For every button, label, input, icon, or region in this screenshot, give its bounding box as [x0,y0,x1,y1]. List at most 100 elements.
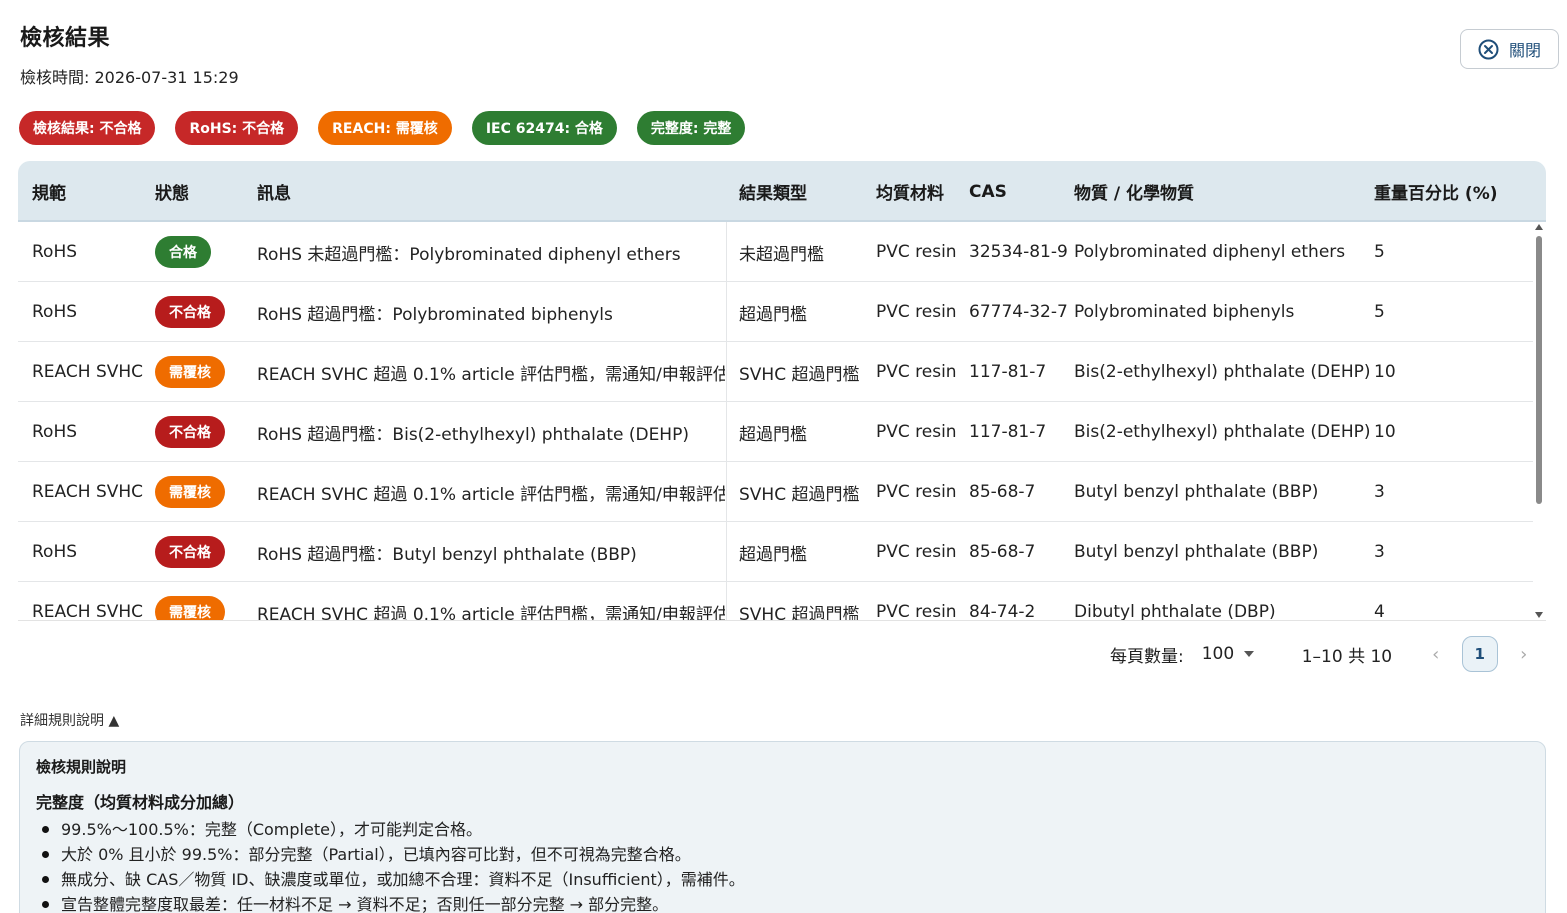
cell-message: RoHS 未超過門檻：Polybrominated diphenyl ether… [257,244,681,265]
column-header-material[interactable]: 均質材料 [876,161,944,222]
summary-chip: REACH: 需覆核 [318,111,452,145]
table-row[interactable]: RoHS 不合格 RoHS 超過門檻：Polybrominated biphenyl… [18,282,1533,342]
page-button-current[interactable]: 1 [1461,636,1498,672]
status-badge: 需覆核 [155,476,225,508]
table-scrollbar[interactable] [1533,222,1545,620]
scroll-up-arrow-icon[interactable] [1535,224,1543,230]
cell-weight-percent: 4 [1374,602,1385,621]
summary-chip: 完整度: 完整 [636,111,746,145]
close-circle-icon [1478,39,1499,60]
column-header-cas[interactable]: CAS [969,161,1007,222]
cell-result-type: 超過門檻 [739,304,807,325]
per-page-select[interactable]: 100 [1202,644,1272,664]
per-page-label: 每頁數量: [1110,646,1184,667]
cell-substance: Bis(2-ethylhexyl) phthalate (DEHP) [1074,362,1371,382]
cell-status: 不合格 [155,402,225,462]
cell-spec: RoHS [32,302,78,322]
cell-spec: RoHS [32,242,78,262]
cell-status: 合格 [155,222,211,282]
cell-result-type: 超過門檻 [739,544,807,565]
cell-spec: RoHS [32,542,78,562]
cell-material: PVC resin [876,302,957,322]
status-badge: 不合格 [155,536,225,568]
cell-result-type: SVHC 超過門檻 [739,364,860,385]
table-row[interactable]: REACH SVHC 需覆核 REACH SVHC 超過 0.1% article … [18,582,1533,621]
cell-spec: RoHS [32,422,78,442]
check-timestamp: 檢核時間: 2026-07-31 15:29 [20,68,239,87]
summary-chips: 檢核結果: 不合格 RoHS: 不合格 REACH: 需覆核 IEC 62474: 合… [19,111,746,145]
cell-substance: Polybrominated biphenyls [1074,302,1295,322]
cell-weight-percent: 3 [1374,542,1385,562]
cell-message: RoHS 超過門檻：Bis(2-ethylhexyl) phthalate (D… [257,424,689,445]
cell-substance: Butyl benzyl phthalate (BBP) [1074,542,1319,562]
page-header: 檢核結果 檢核時間: 2026-07-31 15:29 [20,20,239,88]
status-badge: 不合格 [155,296,225,328]
page-title: 檢核結果 [20,26,111,51]
table-row[interactable]: RoHS 不合格 RoHS 超過門檻：Bis(2-ethylhexyl) phtha… [18,402,1533,462]
column-divider [726,402,727,461]
table-row[interactable]: RoHS 合格 RoHS 未超過門檻：Polybrominated diphenyl… [18,222,1533,282]
column-header-result-type[interactable]: 結果類型 [739,161,807,222]
column-header-spec[interactable]: 規範 [32,161,66,222]
status-badge: 不合格 [155,416,225,448]
summary-chip: 檢核結果: 不合格 [19,111,156,145]
rules-list-item: 宣告整體完整度取最差：任一材料不足 → 資料不足；否則任一部分完整 → 部分完整… [36,892,1529,913]
cell-weight-percent: 5 [1374,302,1385,322]
cell-status: 不合格 [155,522,225,582]
cell-message: RoHS 超過門檻：Butyl benzyl phthalate (BBP) [257,544,637,565]
cell-material: PVC resin [876,242,957,262]
cell-material: PVC resin [876,422,957,442]
cell-cas: 85-68-7 [969,542,1036,562]
scroll-thumb[interactable] [1536,236,1542,504]
cell-weight-percent: 10 [1374,422,1396,442]
cell-material: PVC resin [876,482,957,502]
cell-cas: 67774-32-7 [969,302,1068,322]
cell-weight-percent: 5 [1374,242,1385,262]
rules-list-item: 無成分、缺 CAS／物質 ID、缺濃度或單位，或加總不合理：資料不足（Insuf… [36,867,1529,892]
column-header-substance[interactable]: 物質 / 化學物質 [1074,161,1194,222]
cell-material: PVC resin [876,542,957,562]
cell-status: 需覆核 [155,582,225,620]
column-header-status[interactable]: 狀態 [155,161,189,222]
pagination: 每頁數量: 100 1–10 共 10 ‹ 1 › [1110,635,1538,673]
cell-message: REACH SVHC 超過 0.1% article 評估門檻，需通知/申報評估 [257,364,725,385]
table-row[interactable]: REACH SVHC 需覆核 REACH SVHC 超過 0.1% article … [18,462,1533,522]
caret-down-icon [1244,651,1255,657]
cell-message: REACH SVHC 超過 0.1% article 評估門檻，需通知/申報評估 [257,484,725,505]
cell-result-type: 超過門檻 [739,424,807,445]
cell-material: PVC resin [876,362,957,382]
cell-status: 不合格 [155,282,225,342]
cell-cas: 85-68-7 [969,482,1036,502]
cell-result-type: SVHC 超過門檻 [739,604,860,621]
column-header-weight-percent[interactable]: 重量百分比 (%) [1374,161,1498,222]
rules-list-item: 大於 0% 且小於 99.5%：部分完整（Partial），已填內容可比對，但不… [36,842,1529,867]
status-badge: 合格 [155,236,211,268]
rules-title: 檢核規則說明 [36,758,127,776]
table-row[interactable]: RoHS 不合格 RoHS 超過門檻：Butyl benzyl phthalate … [18,522,1533,582]
table-header: 規範 狀態 訊息 結果類型 均質材料 CAS 物質 / 化學物質 重量百分比 (%) [18,161,1546,222]
cell-result-type: 未超過門檻 [739,244,824,265]
cell-substance: Dibutyl phthalate (DBP) [1074,602,1276,621]
page-range: 1–10 共 10 [1301,646,1393,667]
results-table: 規範 狀態 訊息 結果類型 均質材料 CAS 物質 / 化學物質 重量百分比 (%) RoHS… [18,161,1546,621]
summary-chip: IEC 62474: 合格 [471,111,617,145]
status-badge: 需覆核 [155,596,225,620]
cell-substance: Polybrominated diphenyl ethers [1074,242,1346,262]
cell-cas: 32534-81-9 [969,242,1068,262]
summary-chip: RoHS: 不合格 [175,111,299,145]
details-toggle[interactable]: 詳細規則說明 ▲ [20,710,119,730]
scroll-down-arrow-icon[interactable] [1535,612,1543,618]
table-body[interactable]: RoHS 合格 RoHS 未超過門檻：Polybrominated diphenyl… [18,222,1533,621]
close-button[interactable]: 關閉 [1460,29,1559,69]
cell-message: RoHS 超過門檻：Polybrominated biphenyls [257,304,613,325]
rules-list-item: 99.5%～100.5%：完整（Complete），才可能判定合格。 [36,817,1529,842]
cell-weight-percent: 10 [1374,362,1396,382]
column-divider [726,282,727,341]
column-divider [726,222,727,281]
next-page-button[interactable]: › [1510,644,1538,665]
column-header-message[interactable]: 訊息 [257,161,291,222]
table-row[interactable]: REACH SVHC 需覆核 REACH SVHC 超過 0.1% article … [18,342,1533,402]
cell-spec: REACH SVHC [32,362,144,382]
column-divider [726,342,727,401]
prev-page-button[interactable]: ‹ [1422,644,1450,665]
